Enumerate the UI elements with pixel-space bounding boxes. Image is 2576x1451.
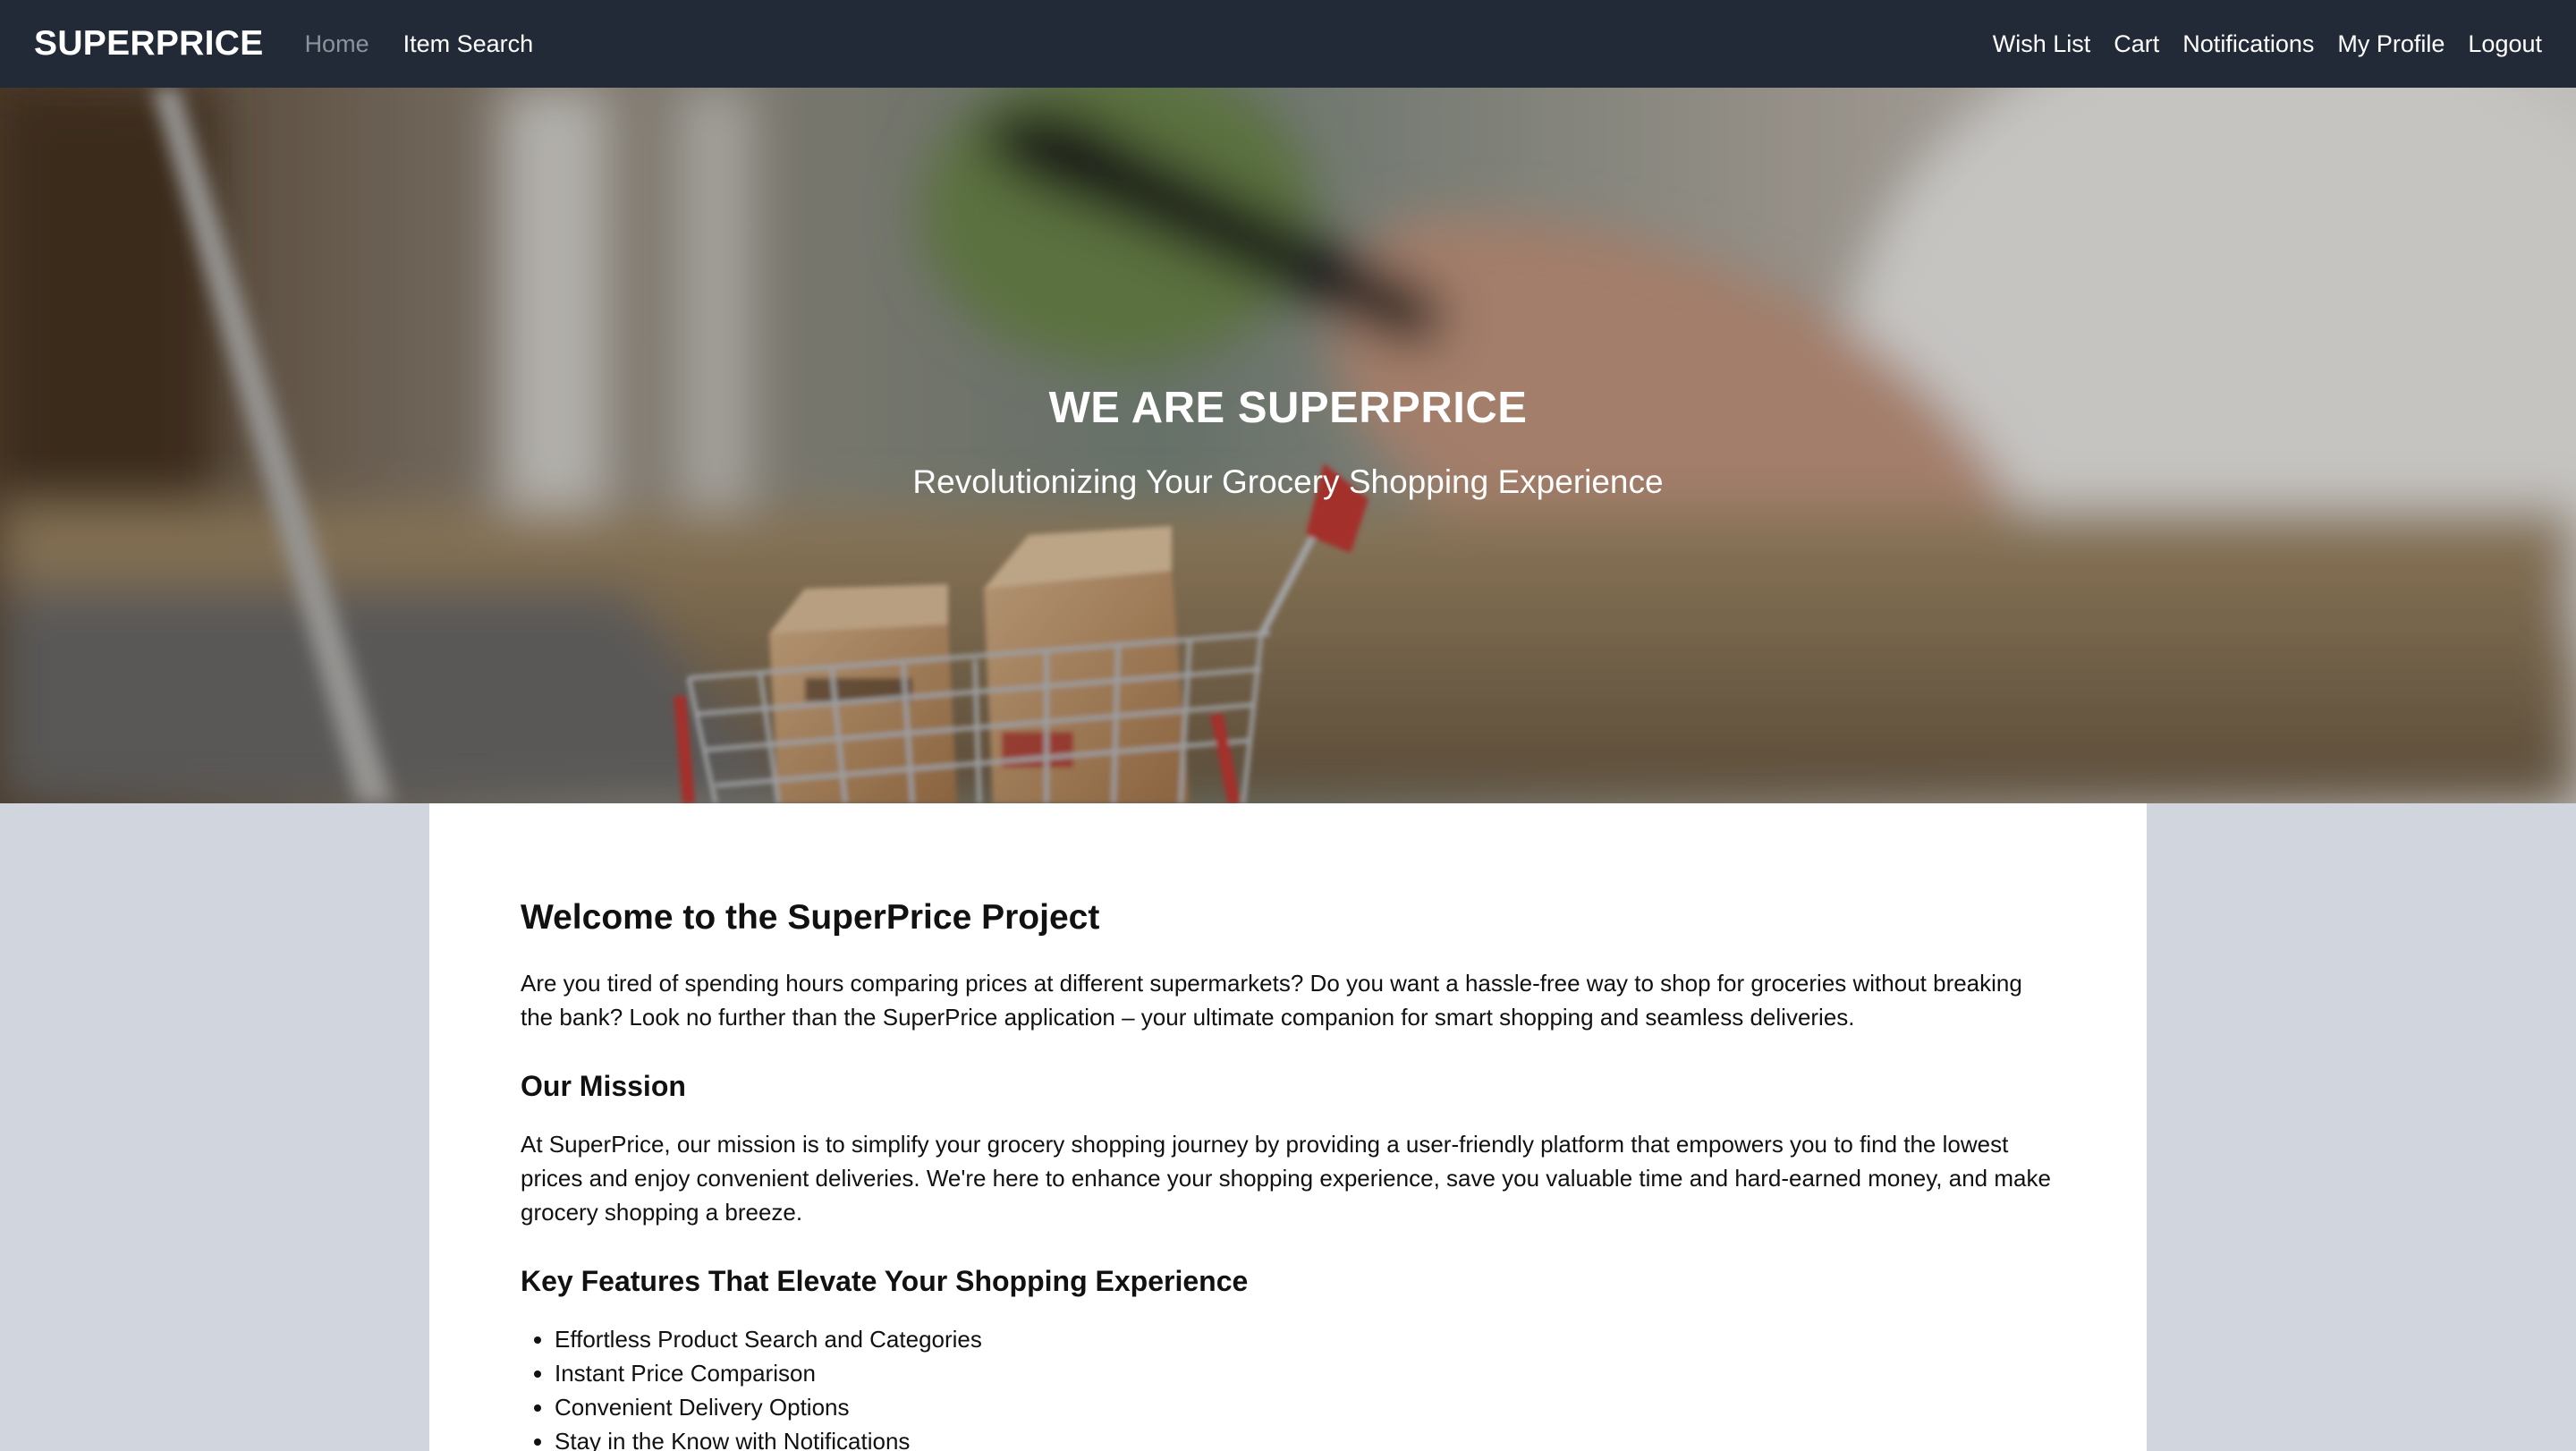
- nav-right-group: Wish List Cart Notifications My Profile …: [1993, 30, 2542, 58]
- feature-item: Convenient Delivery Options: [555, 1390, 2055, 1424]
- hero-banner: WE ARE SUPERPRICE Revolutionizing Your G…: [0, 88, 2576, 803]
- nav-link-notifications[interactable]: Notifications: [2182, 30, 2314, 58]
- main-content-card: Welcome to the SuperPrice Project Are yo…: [429, 803, 2147, 1451]
- hero-dark-overlay: [0, 88, 2576, 803]
- nav-link-my-profile[interactable]: My Profile: [2337, 30, 2445, 58]
- feature-item: Effortless Product Search and Categories: [555, 1322, 2055, 1356]
- hero-title: WE ARE SUPERPRICE: [1048, 384, 1528, 432]
- hero-subtitle: Revolutionizing Your Grocery Shopping Ex…: [912, 463, 1664, 500]
- feature-item: Instant Price Comparison: [555, 1356, 2055, 1390]
- brand-logo-link[interactable]: SUPERPRICE: [34, 24, 264, 64]
- nav-link-item-search[interactable]: Item Search: [403, 30, 534, 58]
- nav-left-group: Home Item Search: [305, 30, 534, 58]
- intro-paragraph: Are you tired of spending hours comparin…: [521, 970, 2022, 1031]
- features-heading: Key Features That Elevate Your Shopping …: [521, 1265, 1249, 1297]
- nav-link-wish-list[interactable]: Wish List: [1993, 30, 2091, 58]
- mission-paragraph: At SuperPrice, our mission is to simplif…: [521, 1131, 2051, 1226]
- features-list: Effortless Product Search and Categories…: [521, 1322, 2055, 1451]
- mission-heading: Our Mission: [521, 1070, 686, 1102]
- nav-link-home[interactable]: Home: [305, 30, 369, 58]
- feature-item: Stay in the Know with Notifications: [555, 1424, 2055, 1451]
- top-navbar: SUPERPRICE Home Item Search Wish List Ca…: [0, 0, 2576, 88]
- nav-link-logout[interactable]: Logout: [2468, 30, 2542, 58]
- nav-link-cart[interactable]: Cart: [2114, 30, 2159, 58]
- welcome-heading: Welcome to the SuperPrice Project: [521, 898, 1100, 937]
